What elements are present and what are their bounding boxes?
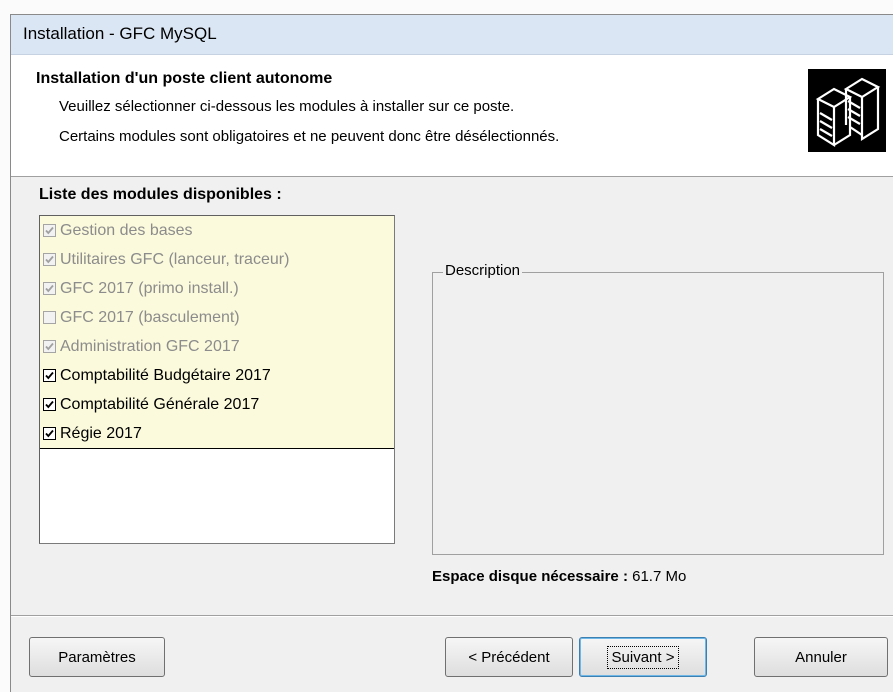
- module-item-utilitaires[interactable]: Utilitaires GFC (lanceur, traceur): [40, 245, 394, 274]
- module-item-compta-budgetaire[interactable]: Comptabilité Budgétaire 2017: [40, 361, 394, 390]
- window-title: Installation - GFC MySQL: [23, 24, 217, 43]
- module-items: Gestion des bases Utilitaires GFC (lance…: [40, 216, 394, 449]
- cancel-button[interactable]: Annuler: [754, 637, 888, 677]
- checkbox-checked-icon[interactable]: [43, 369, 56, 382]
- checkbox-checked-icon[interactable]: [43, 398, 56, 411]
- module-listbox[interactable]: Gestion des bases Utilitaires GFC (lance…: [39, 215, 395, 544]
- header-instruction-2: Certains modules sont obligatoires et ne…: [59, 128, 560, 145]
- disk-space-label: Espace disque nécessaire : 61.7 Mo: [432, 568, 686, 585]
- checkbox-unchecked-disabled-icon: [43, 311, 56, 324]
- module-label: GFC 2017 (basculement): [60, 308, 240, 326]
- disk-space-caption: Espace disque nécessaire :: [432, 568, 628, 585]
- header-instruction-1: Veuillez sélectionner ci-dessous les mod…: [59, 98, 515, 115]
- module-item-gestion-bases[interactable]: Gestion des bases: [40, 216, 394, 245]
- next-button-label: Suivant >: [606, 645, 680, 669]
- module-item-gfc-primo[interactable]: GFC 2017 (primo install.): [40, 274, 394, 303]
- module-label: Utilitaires GFC (lanceur, traceur): [60, 250, 290, 268]
- previous-button[interactable]: < Précédent: [445, 637, 573, 677]
- cancel-button-label: Annuler: [795, 648, 847, 666]
- modules-heading: Liste des modules disponibles :: [39, 186, 282, 203]
- parametres-button-label: Paramètres: [58, 648, 136, 666]
- checkbox-checked-disabled-icon: [43, 253, 56, 266]
- footer-separator: [11, 615, 893, 617]
- module-label: Gestion des bases: [60, 221, 193, 239]
- description-groupbox: Description: [432, 262, 884, 555]
- description-label: Description: [443, 262, 523, 279]
- checkbox-checked-disabled-icon: [43, 224, 56, 237]
- disk-space-value: 61.7 Mo: [632, 568, 687, 585]
- wizard-header: Installation d'un poste client autonome …: [11, 55, 893, 177]
- title-bar[interactable]: Installation - GFC MySQL: [11, 15, 893, 55]
- module-item-administration[interactable]: Administration GFC 2017: [40, 332, 394, 361]
- installer-dialog: Installation - GFC MySQL Installation d'…: [10, 14, 893, 692]
- module-label: Comptabilité Budgétaire 2017: [60, 366, 271, 384]
- module-label: Comptabilité Générale 2017: [60, 395, 260, 413]
- checkbox-checked-disabled-icon: [43, 282, 56, 295]
- checkbox-checked-icon[interactable]: [43, 427, 56, 440]
- server-icon: [808, 69, 886, 152]
- next-button[interactable]: Suivant >: [579, 637, 707, 677]
- module-label: Administration GFC 2017: [60, 337, 240, 355]
- checkbox-checked-disabled-icon: [43, 340, 56, 353]
- module-item-gfc-basculement[interactable]: GFC 2017 (basculement): [40, 303, 394, 332]
- previous-button-label: < Précédent: [468, 648, 550, 666]
- module-label: Régie 2017: [60, 424, 142, 442]
- module-item-regie[interactable]: Régie 2017: [40, 419, 394, 448]
- module-item-compta-generale[interactable]: Comptabilité Générale 2017: [40, 390, 394, 419]
- header-title: Installation d'un poste client autonome: [36, 70, 333, 87]
- parametres-button[interactable]: Paramètres: [29, 637, 165, 677]
- module-label: GFC 2017 (primo install.): [60, 279, 239, 297]
